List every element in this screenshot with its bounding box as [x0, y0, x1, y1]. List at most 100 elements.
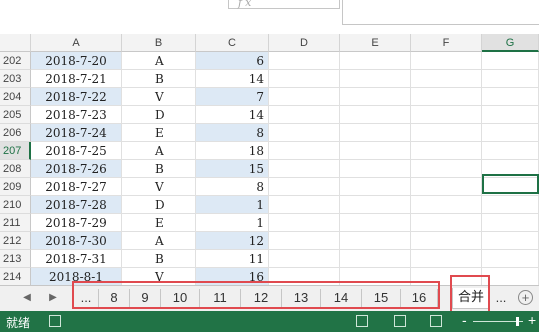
cell-empty[interactable]	[269, 88, 340, 106]
row-header[interactable]: 212	[0, 232, 31, 250]
cell-empty[interactable]	[340, 52, 411, 70]
cell-empty[interactable]	[482, 214, 539, 232]
cell-code[interactable]: A	[122, 142, 196, 160]
cell-empty[interactable]	[340, 160, 411, 178]
cell-empty[interactable]	[411, 142, 482, 160]
column-header-c[interactable]: C	[196, 34, 269, 52]
cell-empty[interactable]	[340, 88, 411, 106]
normal-view-icon[interactable]	[356, 315, 368, 327]
cell-empty[interactable]	[269, 178, 340, 196]
cell-empty[interactable]	[340, 250, 411, 268]
cell-empty[interactable]	[269, 142, 340, 160]
cell-empty[interactable]	[340, 70, 411, 88]
cell-empty[interactable]	[482, 52, 539, 70]
cell-empty[interactable]	[411, 160, 482, 178]
cell-empty[interactable]	[482, 106, 539, 124]
cell-code[interactable]: B	[122, 250, 196, 268]
cell-empty[interactable]	[269, 196, 340, 214]
cell-code[interactable]: B	[122, 70, 196, 88]
macro-record-icon[interactable]	[49, 315, 61, 327]
formula-input[interactable]	[342, 0, 539, 25]
cell-value[interactable]: 11	[196, 250, 269, 268]
cell-empty[interactable]	[269, 160, 340, 178]
cell-empty[interactable]	[482, 268, 539, 285]
row-header[interactable]: 210	[0, 196, 31, 214]
prev-sheet-button[interactable]: ◀	[20, 290, 34, 306]
cell-value[interactable]: 8	[196, 124, 269, 142]
cell-empty[interactable]	[269, 250, 340, 268]
row-header[interactable]: 202	[0, 52, 31, 70]
cell-empty[interactable]	[411, 106, 482, 124]
row-header[interactable]: 208	[0, 160, 31, 178]
cell-empty[interactable]	[482, 88, 539, 106]
cell-value[interactable]: 8	[196, 178, 269, 196]
cell-empty[interactable]	[269, 52, 340, 70]
cell-date[interactable]: 2018-7-22	[31, 88, 122, 106]
tabs-right-overflow[interactable]: ...	[492, 289, 510, 307]
cell-empty[interactable]	[340, 178, 411, 196]
cell-date[interactable]: 2018-7-20	[31, 52, 122, 70]
cell-date[interactable]: 2018-7-24	[31, 124, 122, 142]
cell-empty[interactable]	[411, 70, 482, 88]
cell-empty[interactable]	[411, 52, 482, 70]
column-header-f[interactable]: F	[411, 34, 482, 52]
cell-value[interactable]: 14	[196, 106, 269, 124]
add-sheet-button[interactable]: +	[518, 290, 533, 305]
cell-date[interactable]: 2018-7-25	[31, 142, 122, 160]
cell-empty[interactable]	[482, 124, 539, 142]
cell-empty[interactable]	[269, 232, 340, 250]
cell-empty[interactable]	[411, 124, 482, 142]
cell-empty[interactable]	[340, 106, 411, 124]
cell-date[interactable]: 2018-7-30	[31, 232, 122, 250]
cell-empty[interactable]	[411, 196, 482, 214]
cell-empty[interactable]	[411, 214, 482, 232]
zoom-in-button[interactable]: +	[528, 312, 536, 328]
row-header[interactable]: 207	[0, 142, 31, 160]
row-header[interactable]: 206	[0, 124, 31, 142]
cell-code[interactable]: V	[122, 178, 196, 196]
column-header-a[interactable]: A	[31, 34, 122, 52]
cell-empty[interactable]	[269, 124, 340, 142]
cell-value[interactable]: 18	[196, 142, 269, 160]
zoom-slider-thumb[interactable]	[516, 317, 519, 326]
cell-empty[interactable]	[340, 142, 411, 160]
cell-empty[interactable]	[340, 124, 411, 142]
cell-empty[interactable]	[482, 70, 539, 88]
cell-empty[interactable]	[269, 214, 340, 232]
cell-code[interactable]: E	[122, 214, 196, 232]
cell-code[interactable]: D	[122, 196, 196, 214]
active-cell-g207[interactable]	[482, 174, 539, 194]
cell-empty[interactable]	[340, 196, 411, 214]
cell-empty[interactable]	[269, 70, 340, 88]
zoom-out-button[interactable]: -	[462, 312, 467, 328]
fx-icon[interactable]: fx	[238, 0, 254, 9]
cell-code[interactable]: V	[122, 88, 196, 106]
cell-empty[interactable]	[411, 232, 482, 250]
cell-empty[interactable]	[340, 214, 411, 232]
cell-value[interactable]: 1	[196, 196, 269, 214]
select-all-corner[interactable]	[0, 34, 31, 52]
cell-code[interactable]: B	[122, 160, 196, 178]
cell-date[interactable]: 2018-7-27	[31, 178, 122, 196]
cell-date[interactable]: 2018-7-26	[31, 160, 122, 178]
cell-empty[interactable]	[411, 88, 482, 106]
row-header[interactable]: 204	[0, 88, 31, 106]
column-header-b[interactable]: B	[122, 34, 196, 52]
cell-empty[interactable]	[411, 250, 482, 268]
cell-date[interactable]: 2018-7-29	[31, 214, 122, 232]
row-header[interactable]: 213	[0, 250, 31, 268]
row-header[interactable]: 211	[0, 214, 31, 232]
column-header-g[interactable]: G	[482, 34, 539, 52]
worksheet-grid[interactable]: A B C D E F G 202 2018-7-20 A 6 203 2018-7-21…	[0, 34, 539, 285]
row-header[interactable]: 214	[0, 268, 31, 285]
cell-value[interactable]: 1	[196, 214, 269, 232]
cell-value[interactable]: 14	[196, 70, 269, 88]
cell-empty[interactable]	[482, 196, 539, 214]
cell-empty[interactable]	[482, 250, 539, 268]
cell-code[interactable]: A	[122, 232, 196, 250]
cell-code[interactable]: E	[122, 124, 196, 142]
column-header-e[interactable]: E	[340, 34, 411, 52]
page-layout-view-icon[interactable]	[394, 315, 406, 327]
cell-value[interactable]: 12	[196, 232, 269, 250]
cell-empty[interactable]	[482, 232, 539, 250]
